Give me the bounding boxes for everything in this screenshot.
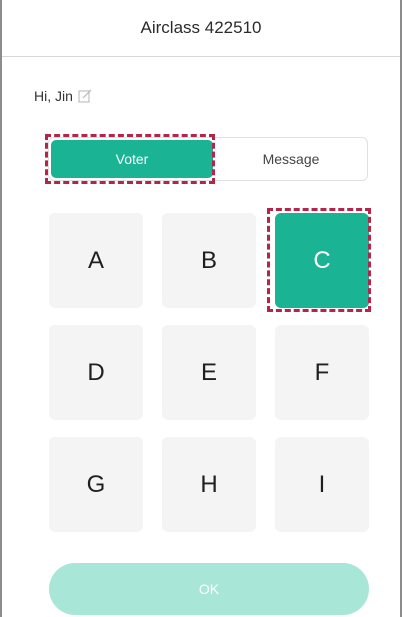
greeting-text: Hi, Jin <box>34 88 73 104</box>
answer-key-h[interactable]: H <box>162 437 256 532</box>
answer-key-i[interactable]: I <box>275 437 369 532</box>
edit-icon[interactable] <box>78 89 92 103</box>
answer-key-g[interactable]: G <box>49 437 143 532</box>
app-screen: Airclass 422510 Hi, Jin Voter Message A … <box>0 0 402 617</box>
answer-key-d[interactable]: D <box>49 325 143 420</box>
mode-tabs: Voter Message <box>48 137 368 181</box>
tab-voter[interactable]: Voter <box>51 140 213 178</box>
answer-keypad: A B C D E F G H I <box>49 213 369 532</box>
answer-key-b[interactable]: B <box>162 213 256 308</box>
tab-voter-label: Voter <box>115 151 149 167</box>
answer-key-e[interactable]: E <box>162 325 256 420</box>
answer-key-c[interactable]: C <box>275 213 369 308</box>
page-title: Airclass 422510 <box>2 0 400 57</box>
answer-key-f[interactable]: F <box>275 325 369 420</box>
page-title-text: Airclass 422510 <box>140 18 262 37</box>
ok-button[interactable]: OK <box>49 563 369 615</box>
answer-key-a[interactable]: A <box>49 213 143 308</box>
greeting: Hi, Jin <box>34 88 92 104</box>
tab-message-label: Message <box>262 151 320 167</box>
tab-message[interactable]: Message <box>215 138 367 180</box>
